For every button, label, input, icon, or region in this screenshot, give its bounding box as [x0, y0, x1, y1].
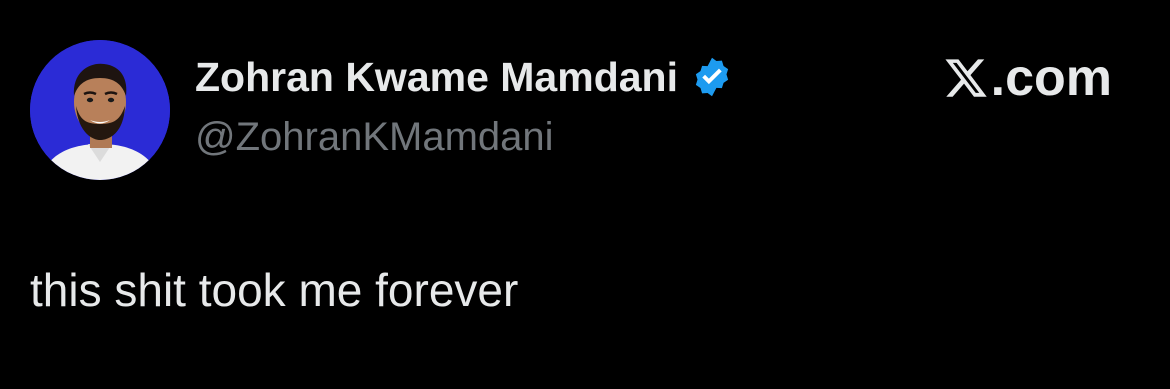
author-name-row: Zohran Kwame Mamdani	[195, 52, 734, 102]
site-domain: .com	[990, 49, 1112, 107]
verified-badge-icon	[690, 55, 734, 99]
x-logo-icon	[943, 55, 989, 101]
tweet-text: this shit took me forever	[30, 264, 519, 316]
author-handle[interactable]: @ZohranKMamdani	[195, 112, 554, 162]
tweet-card: Zohran Kwame Mamdani @ZohranKMamdani .co…	[0, 0, 1170, 389]
avatar[interactable]	[30, 40, 170, 180]
author-display-name[interactable]: Zohran Kwame Mamdani	[195, 52, 678, 102]
site-logo: .com	[943, 48, 1112, 108]
profile-photo-icon	[30, 40, 170, 180]
